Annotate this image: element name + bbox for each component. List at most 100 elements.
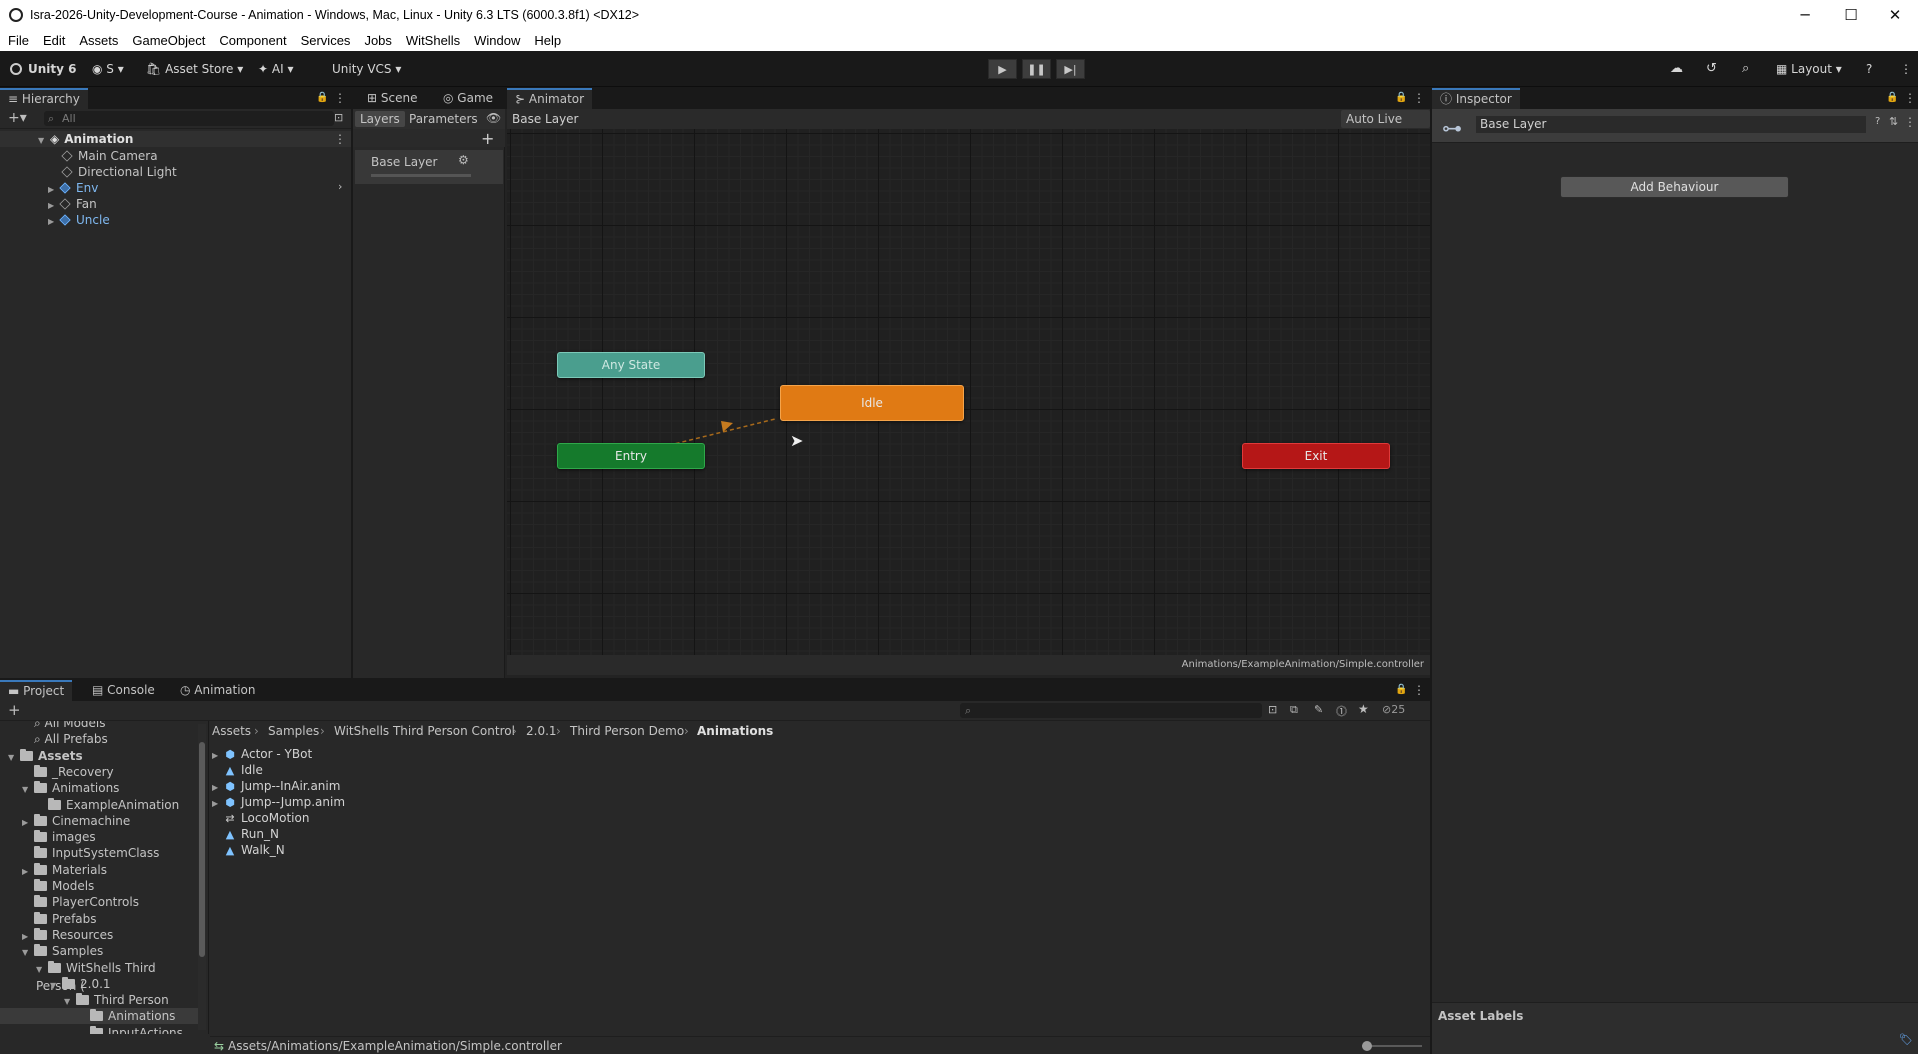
favorite-star-icon[interactable]: ★ xyxy=(1358,702,1369,716)
more-options-icon[interactable]: ⋮ xyxy=(334,132,346,146)
tab-console[interactable]: ▤ Console xyxy=(84,680,163,701)
unity-menu-button[interactable]: Unity 6 xyxy=(10,60,77,78)
menu-window[interactable]: Window xyxy=(474,33,520,48)
hierarchy-search-input[interactable]: ⌕ All xyxy=(44,111,334,126)
menu-witshells[interactable]: WitShells xyxy=(406,33,460,48)
asset-jump-jump[interactable]: ▶ ⬢ Jump--Jump.anim xyxy=(212,794,345,810)
project-tree-item[interactable]: ▼ Assets xyxy=(0,748,198,764)
add-icon[interactable]: + xyxy=(8,701,21,719)
search-by-type-icon[interactable]: ⊡ xyxy=(1268,703,1277,716)
lock-icon[interactable]: 🔒 xyxy=(1886,92,1898,103)
expand-arrow-icon[interactable]: ▶ xyxy=(212,796,224,812)
breadcrumb-item[interactable]: Samples xyxy=(268,722,319,740)
project-search-input[interactable]: ⌕ xyxy=(960,703,1262,718)
asset-run-n[interactable]: ▲ Run_N xyxy=(224,826,279,842)
ai-button[interactable]: ✦ AI ▾ xyxy=(258,60,293,78)
label-filter-icon[interactable]: ✎ xyxy=(1314,703,1323,716)
project-tree-item[interactable]: ExampleAnimation xyxy=(0,797,198,813)
asset-walk-n[interactable]: ▲ Walk_N xyxy=(224,842,285,858)
breadcrumb-item[interactable]: Third Person Demo xyxy=(570,722,684,740)
state-entry[interactable]: Entry xyxy=(557,443,705,469)
project-tree-item[interactable]: InputSystemClass xyxy=(0,845,198,861)
hierarchy-item-env[interactable]: ▶ Env xyxy=(48,180,98,196)
menu-services[interactable]: Services xyxy=(301,33,351,48)
hierarchy-item-fan[interactable]: ▶ Fan xyxy=(48,196,97,212)
breadcrumb-current[interactable]: Animations xyxy=(697,722,773,740)
layer-weight-bar[interactable] xyxy=(371,174,471,177)
project-tree-item[interactable]: ▼ Animations xyxy=(0,780,198,796)
project-tree-item[interactable]: _Recovery xyxy=(0,764,198,780)
project-tree-item[interactable]: ▼ WitShells Third Person ( xyxy=(0,960,198,993)
auto-live-link-button[interactable]: Auto Live Link xyxy=(1341,110,1430,144)
state-exit[interactable]: Exit xyxy=(1242,443,1390,469)
icon-size-slider[interactable] xyxy=(1362,1041,1422,1051)
minimize-button[interactable]: ─ xyxy=(1782,0,1828,30)
step-button[interactable]: ▶| xyxy=(1056,59,1085,79)
help-icon[interactable]: ? xyxy=(1866,60,1872,78)
tree-scrollbar[interactable] xyxy=(198,724,206,1030)
unity-vcs-button[interactable]: Unity VCS ▾ xyxy=(332,60,401,78)
more-options-icon[interactable]: ⋮ xyxy=(334,91,346,105)
pause-button[interactable]: ❚❚ xyxy=(1022,59,1051,79)
eye-icon[interactable]: 👁 xyxy=(486,111,501,125)
more-options-icon[interactable]: ⋮ xyxy=(1413,683,1425,697)
state-idle[interactable]: Idle xyxy=(780,385,964,421)
expand-arrow-icon[interactable]: ▶ xyxy=(48,214,60,230)
asset-store-button[interactable]: 🛍 Asset Store ▾ xyxy=(146,60,243,78)
project-tree-item[interactable]: ▶ Cinemachine xyxy=(0,813,198,829)
breadcrumb-item[interactable]: Assets xyxy=(212,722,251,740)
tab-game[interactable]: ◎ Game xyxy=(435,88,501,109)
menu-assets[interactable]: Assets xyxy=(79,33,118,48)
expand-arrow-icon[interactable]: ▼ xyxy=(38,133,50,149)
tab-animator[interactable]: ⊱ Animator xyxy=(507,88,593,109)
add-layer-icon[interactable]: + xyxy=(481,129,494,148)
scene-header-row[interactable]: ▼ ◈ Animation ⋮ xyxy=(0,131,351,147)
project-tree-item[interactable]: ▼ Samples xyxy=(0,943,198,959)
project-tree-item[interactable]: Models xyxy=(0,878,198,894)
project-tree-item[interactable]: ▶ Materials xyxy=(0,862,198,878)
menu-gameobject[interactable]: GameObject xyxy=(132,33,205,48)
scene-search-icon[interactable]: ⊡ xyxy=(334,111,343,124)
hierarchy-item-uncle[interactable]: ▶ Uncle xyxy=(48,212,110,228)
asset-jump-inair[interactable]: ▶ ⬢ Jump--InAir.anim xyxy=(212,778,340,794)
history-icon[interactable]: ↺ xyxy=(1706,60,1717,78)
chevron-right-icon[interactable]: › xyxy=(338,180,342,193)
asset-locomotion[interactable]: ⇄ LocoMotion xyxy=(224,810,309,826)
hidden-packages-counter[interactable]: ⊘25 xyxy=(1382,703,1405,716)
parameters-tab[interactable]: Parameters xyxy=(409,111,478,127)
more-options-icon[interactable]: ⋮ xyxy=(1900,60,1912,78)
help-icon[interactable]: ? xyxy=(1875,116,1880,127)
breadcrumb-item[interactable]: WitShells Third Person Control xyxy=(334,722,515,740)
tag-icon[interactable]: 🏷 xyxy=(1899,1033,1913,1046)
more-options-icon[interactable]: ⋮ xyxy=(1904,91,1916,105)
animator-graph-canvas[interactable]: Any State Idle Entry Exit ➤ xyxy=(507,129,1430,655)
project-tree-item[interactable]: InputActions xyxy=(0,1025,198,1034)
menu-edit[interactable]: Edit xyxy=(43,33,65,48)
add-behaviour-button[interactable]: Add Behaviour xyxy=(1560,176,1789,198)
project-tree-item[interactable]: ▼Third Person Demo xyxy=(0,992,198,1025)
project-tree-item[interactable]: Prefabs xyxy=(0,911,198,927)
layout-dropdown[interactable]: ▦ Layout ▾ xyxy=(1776,60,1842,78)
filter-icon[interactable]: ⧉ xyxy=(1290,703,1298,717)
tab-animation[interactable]: ◷ Animation xyxy=(172,680,263,701)
asset-actor-ybot[interactable]: ▶ ⬢ Actor - YBot xyxy=(212,746,312,762)
maximize-button[interactable]: ☐ xyxy=(1828,0,1874,30)
icon-size-slider-thumb[interactable] xyxy=(1362,1041,1372,1051)
hierarchy-item-directional-light[interactable]: Directional Light xyxy=(61,164,177,180)
project-tree-item[interactable]: ▼ 2.0.1 xyxy=(0,976,198,992)
menu-help[interactable]: Help xyxy=(534,33,561,48)
state-any-state[interactable]: Any State xyxy=(557,352,705,378)
lock-icon[interactable]: 🔒 xyxy=(1395,684,1407,695)
search-icon[interactable]: ⌕ xyxy=(1742,60,1749,78)
warning-filter-icon[interactable]: ⓵ xyxy=(1336,703,1347,719)
layers-tab[interactable]: Layers xyxy=(355,111,405,127)
gear-icon[interactable]: ⚙ xyxy=(458,153,469,167)
inspector-name-field[interactable]: Base Layer xyxy=(1476,116,1866,133)
cloud-icon[interactable]: ☁ xyxy=(1670,60,1683,78)
project-tree-item[interactable]: ⌕ All Models xyxy=(0,721,198,731)
close-button[interactable]: ✕ xyxy=(1872,0,1918,30)
project-tree-item[interactable]: ▶ Resources xyxy=(0,927,198,943)
menu-jobs[interactable]: Jobs xyxy=(364,33,391,48)
project-tree-item[interactable]: PlayerControls xyxy=(0,894,198,910)
lock-icon[interactable]: 🔒 xyxy=(316,92,328,103)
